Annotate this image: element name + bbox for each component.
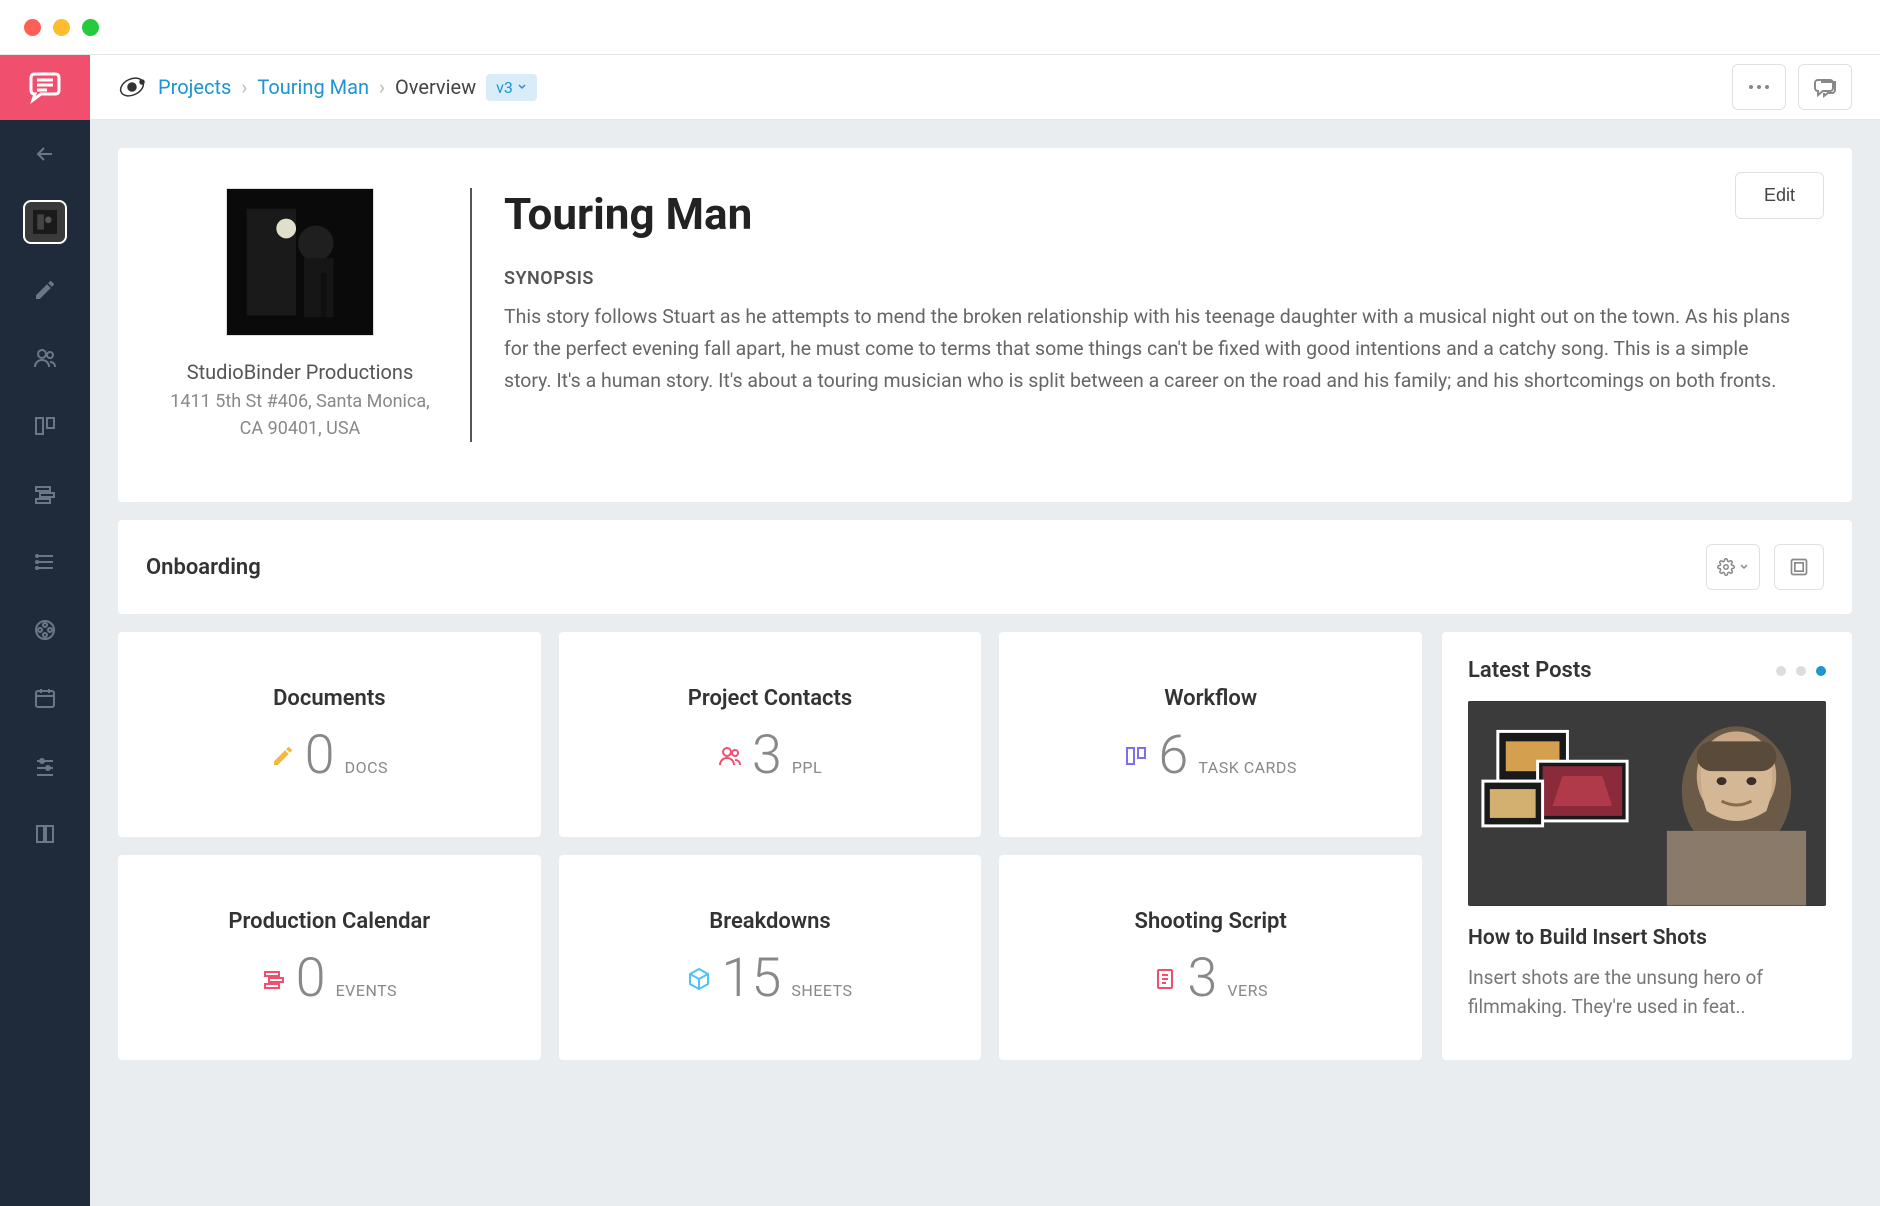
- topbar: Projects › Touring Man › Overview v3: [90, 55, 1880, 120]
- latest-posts-card: Latest Posts: [1442, 632, 1852, 1060]
- boards-icon: [1124, 744, 1148, 768]
- stat-unit: SHEETS: [791, 981, 852, 1000]
- cube-icon: [687, 967, 711, 991]
- stat-value: 15: [721, 952, 781, 1006]
- project-icon: [118, 73, 146, 101]
- breadcrumb-current: Overview: [395, 75, 476, 99]
- chevron-right-icon: ›: [241, 75, 247, 99]
- stat-title: Production Calendar: [228, 909, 430, 934]
- breadcrumb: Projects › Touring Man › Overview v3: [158, 74, 537, 101]
- sidebar-item-boards[interactable]: [11, 392, 79, 460]
- sidebar-item-edit[interactable]: [11, 256, 79, 324]
- edit-button[interactable]: Edit: [1735, 172, 1824, 219]
- post-thumbnail[interactable]: [1468, 701, 1826, 906]
- content-area: Edit Studi: [90, 120, 1880, 1206]
- sidebar-item-strips[interactable]: [11, 460, 79, 528]
- stat-title: Shooting Script: [1135, 909, 1287, 934]
- ellipsis-icon: [1748, 84, 1770, 90]
- stat-title: Breakdowns: [709, 909, 830, 934]
- stat-value: 3: [752, 729, 782, 783]
- carousel-dot-2[interactable]: [1796, 666, 1806, 676]
- version-label: v3: [496, 78, 513, 97]
- onboarding-layout-button[interactable]: [1774, 544, 1824, 590]
- close-window-button[interactable]: [24, 19, 41, 36]
- breadcrumb-projects[interactable]: Projects: [158, 75, 231, 99]
- layout-icon: [1789, 557, 1809, 577]
- carousel-dots: [1776, 666, 1826, 676]
- stat-unit: DOCS: [345, 758, 388, 777]
- stat-unit: EVENTS: [336, 981, 397, 1000]
- stat-unit: TASK CARDS: [1198, 758, 1297, 777]
- post-excerpt: Insert shots are the unsung hero of film…: [1468, 964, 1826, 1021]
- company-name: StudioBinder Productions: [187, 360, 414, 384]
- synopsis-text: This story follows Stuart as he attempts…: [504, 301, 1800, 398]
- version-selector[interactable]: v3: [486, 74, 537, 101]
- carousel-dot-1[interactable]: [1776, 666, 1786, 676]
- gear-icon: [1717, 558, 1735, 576]
- strips-icon: [262, 967, 286, 991]
- onboarding-settings-button[interactable]: [1706, 544, 1760, 590]
- stat-title: Workflow: [1164, 686, 1257, 711]
- stat-card-calendar[interactable]: Production Calendar 0 EVENTS: [118, 855, 541, 1060]
- sidebar-item-list[interactable]: [11, 528, 79, 596]
- app-logo[interactable]: [0, 55, 90, 120]
- stat-value: 3: [1187, 952, 1217, 1006]
- carousel-dot-3[interactable]: [1816, 666, 1826, 676]
- stat-card-documents[interactable]: Documents 0 DOCS: [118, 632, 541, 837]
- sidebar-item-calendar[interactable]: [11, 664, 79, 732]
- sidebar-item-contacts[interactable]: [11, 324, 79, 392]
- stat-unit: PPL: [792, 758, 822, 777]
- script-icon: [1153, 967, 1177, 991]
- overview-card: Edit Studi: [118, 148, 1852, 502]
- stat-card-script[interactable]: Shooting Script 3 VERS: [999, 855, 1422, 1060]
- more-options-button[interactable]: [1732, 64, 1786, 110]
- traffic-lights: [24, 19, 99, 36]
- stat-title: Project Contacts: [688, 686, 852, 711]
- stat-value: 0: [296, 952, 326, 1006]
- stat-card-breakdowns[interactable]: Breakdowns 15 SHEETS: [559, 855, 982, 1060]
- stat-card-workflow[interactable]: Workflow 6 TASK CARDS: [999, 632, 1422, 837]
- synopsis-label: SYNOPSIS: [504, 268, 1800, 289]
- company-address: 1411 5th St #406, Santa Monica, CA 90401…: [170, 388, 429, 442]
- minimize-window-button[interactable]: [53, 19, 70, 36]
- chevron-down-icon: [1739, 562, 1749, 572]
- latest-posts-title: Latest Posts: [1468, 658, 1592, 683]
- stat-unit: VERS: [1227, 981, 1268, 1000]
- stat-card-contacts[interactable]: Project Contacts 3 PPL: [559, 632, 982, 837]
- onboarding-header: Onboarding: [118, 520, 1852, 614]
- chat-icon: [1813, 75, 1837, 99]
- window-titlebar: [0, 0, 1880, 55]
- messages-button[interactable]: [1798, 64, 1852, 110]
- project-title: Touring Man: [504, 188, 1800, 240]
- stat-value: 6: [1158, 729, 1188, 783]
- pencil-icon: [271, 744, 295, 768]
- onboarding-title: Onboarding: [146, 555, 261, 580]
- project-poster[interactable]: [226, 188, 374, 336]
- sidebar-item-sliders[interactable]: [11, 732, 79, 800]
- sidebar-item-project-thumb[interactable]: [23, 200, 67, 244]
- sidebar-item-reel[interactable]: [11, 596, 79, 664]
- people-icon: [718, 744, 742, 768]
- sidebar: [0, 55, 90, 1206]
- post-title[interactable]: How to Build Insert Shots: [1468, 926, 1826, 950]
- breadcrumb-project[interactable]: Touring Man: [257, 75, 369, 99]
- chevron-right-icon: ›: [379, 75, 385, 99]
- stat-title: Documents: [273, 686, 385, 711]
- maximize-window-button[interactable]: [82, 19, 99, 36]
- sidebar-item-book[interactable]: [11, 800, 79, 868]
- sidebar-collapse-button[interactable]: [11, 120, 79, 188]
- chevron-down-icon: [517, 82, 527, 92]
- stat-value: 0: [305, 729, 335, 783]
